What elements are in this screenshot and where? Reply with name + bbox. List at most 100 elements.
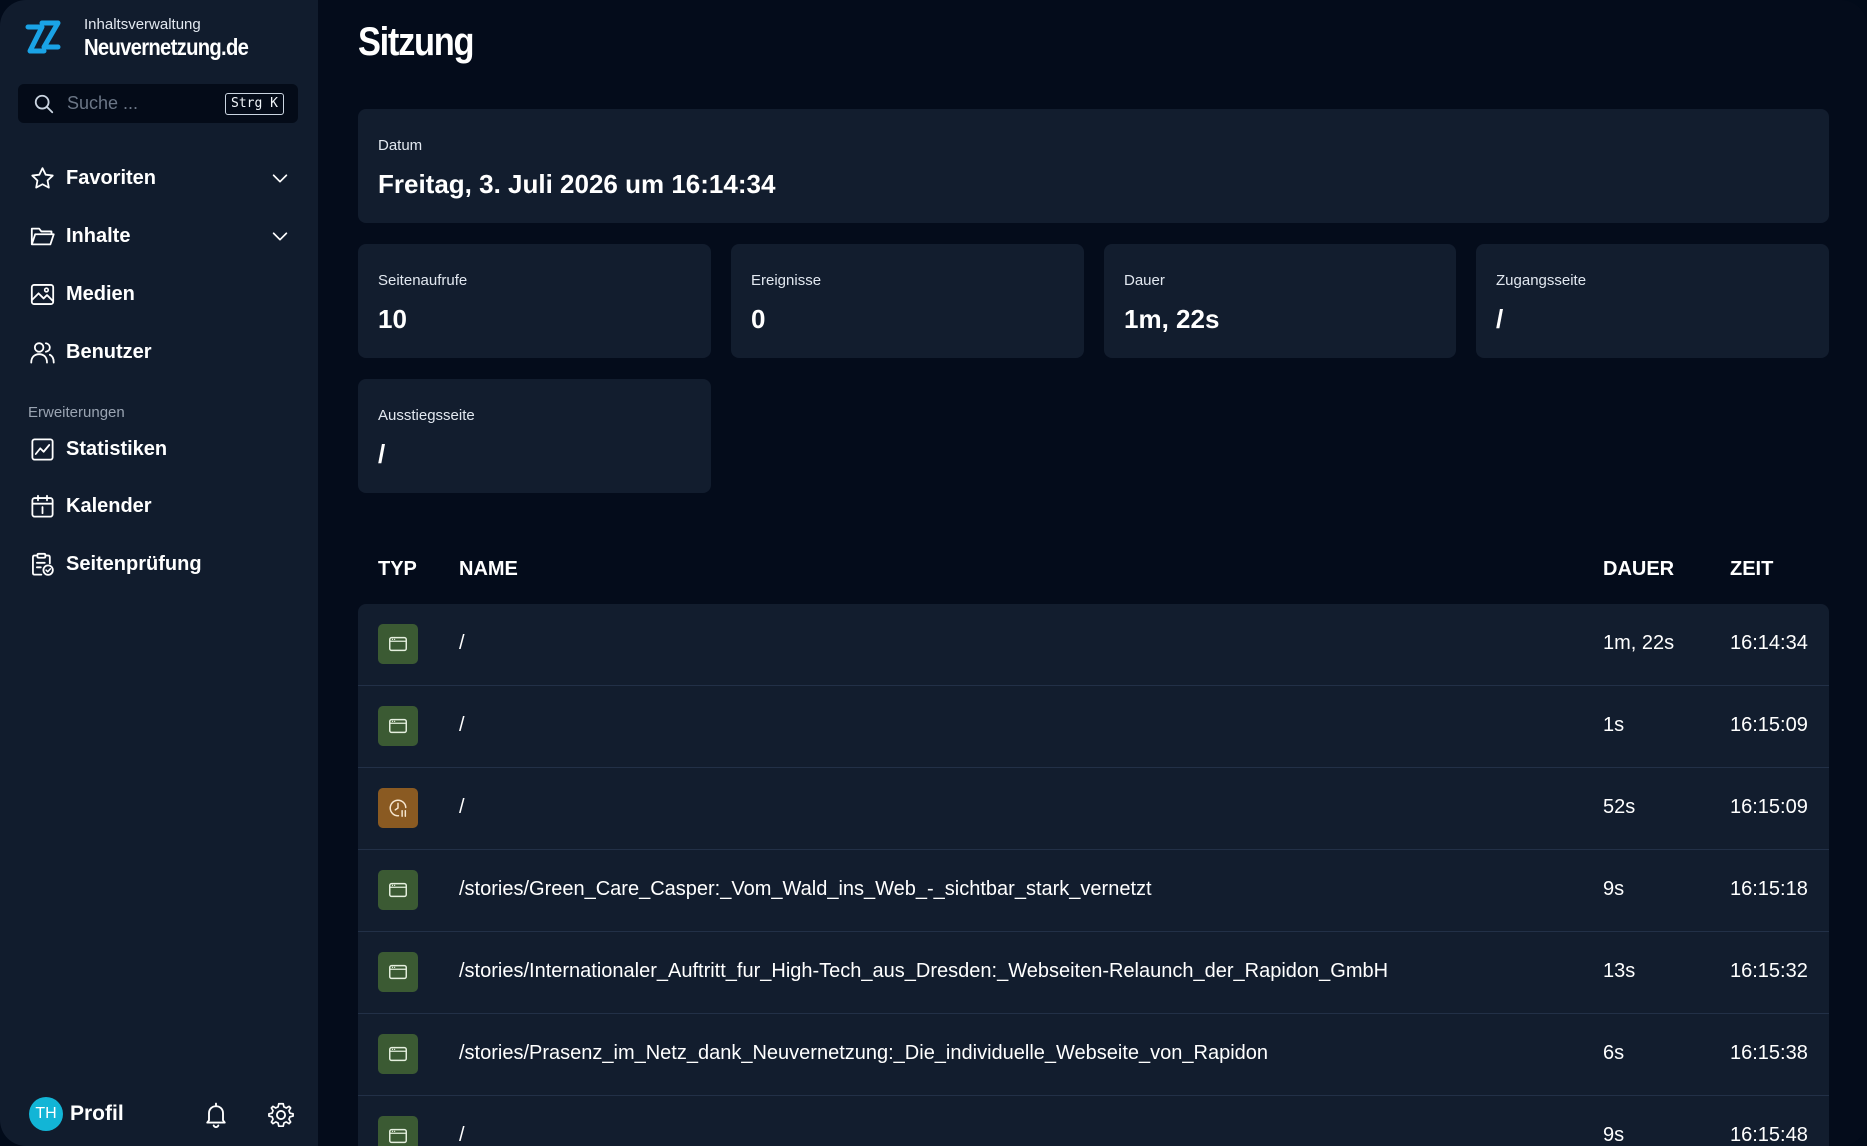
- row-time: 16:15:38: [1730, 1042, 1808, 1064]
- row-time: 16:15:48: [1730, 1124, 1808, 1146]
- stat-label: Ereignisse: [751, 272, 822, 289]
- clipboard-check-icon: [32, 552, 54, 576]
- stat-label: Zugangsseite: [1496, 272, 1587, 289]
- browser-window-icon: [389, 1128, 407, 1144]
- search-icon: [34, 94, 54, 113]
- row-time: 16:15:09: [1730, 714, 1808, 736]
- type-badge: [378, 706, 418, 746]
- type-badge: [378, 788, 418, 828]
- row-time: 16:15:09: [1730, 796, 1808, 818]
- browser-window-icon: [389, 882, 407, 898]
- column-header-duration: DAUER: [1603, 558, 1675, 580]
- row-duration: 52s: [1603, 796, 1636, 818]
- date-card: Datum Freitag, 3. Juli 2026 um 16:14:34: [358, 109, 1829, 223]
- browser-window-icon: [389, 636, 407, 652]
- column-header-type: TYP: [378, 558, 417, 580]
- search-shortcut-badge: Strg K: [225, 93, 284, 115]
- brand-logo-icon: [25, 20, 61, 54]
- users-icon: [30, 341, 55, 364]
- stat-value: 10: [378, 304, 407, 334]
- nav-item-inhalte[interactable]: Inhalte: [29, 216, 291, 256]
- stat-label: Ausstiegsseite: [378, 407, 475, 424]
- row-name: /stories/Internationaler_Auftritt_fur_Hi…: [459, 960, 1389, 982]
- nav-item-statistiken[interactable]: Statistiken: [29, 429, 291, 469]
- table-row[interactable]: /stories/Green_Care_Casper:_Vom_Wald_ins…: [358, 850, 1829, 932]
- main-content: Sitzung Datum Freitag, 3. Juli 2026 um 1…: [318, 0, 1867, 1146]
- row-duration: 9s: [1603, 1124, 1625, 1146]
- type-badge: [378, 870, 418, 910]
- bell-icon[interactable]: [202, 1101, 230, 1129]
- page-title: Sitzung: [358, 20, 474, 64]
- clock-pause-icon: [389, 799, 407, 817]
- nav-label-benutzer: Benutzer: [66, 340, 152, 363]
- column-header-name: NAME: [459, 558, 518, 580]
- row-duration: 13s: [1603, 960, 1636, 982]
- row-name: /stories/Green_Care_Casper:_Vom_Wald_ins…: [459, 878, 1152, 900]
- avatar: TH: [29, 1097, 63, 1131]
- sidebar: Inhaltsverwaltung Neuvernetzung.de Strg …: [0, 0, 318, 1146]
- row-name: /: [459, 714, 465, 736]
- date-label: Datum: [378, 137, 423, 154]
- nav-item-kalender[interactable]: Kalender: [29, 486, 291, 526]
- stat-value: /: [1496, 304, 1504, 334]
- nav-item-medien[interactable]: Medien: [29, 274, 291, 314]
- row-time: 16:14:34: [1730, 632, 1808, 654]
- stat-card-zugangsseite: Zugangsseite /: [1476, 244, 1829, 358]
- table-row[interactable]: / 52s 16:15:09: [358, 768, 1829, 850]
- column-header-time: ZEIT: [1730, 558, 1774, 580]
- stat-card-seitenaufrufe: Seitenaufrufe 10: [358, 244, 711, 358]
- row-name: /: [459, 1124, 465, 1146]
- table-row[interactable]: /stories/Internationaler_Auftritt_fur_Hi…: [358, 932, 1829, 1014]
- chevron-down-icon[interactable]: [269, 167, 291, 189]
- row-name: /stories/Prasenz_im_Netz_dank_Neuvernetz…: [459, 1042, 1269, 1064]
- type-badge: [378, 1034, 418, 1074]
- browser-window-icon: [389, 718, 407, 734]
- calendar-icon: [31, 494, 54, 518]
- stat-value: 1m, 22s: [1124, 304, 1220, 334]
- table-row[interactable]: / 9s 16:15:48: [358, 1096, 1829, 1146]
- type-badge: [378, 1116, 418, 1146]
- table-row[interactable]: / 1s 16:15:09: [358, 686, 1829, 768]
- search-input[interactable]: [67, 93, 217, 114]
- stat-card-ereignisse: Ereignisse 0: [731, 244, 1084, 358]
- events-table: / 1m, 22s 16:14:34 / 1s 16:15:09 / 52s 1…: [358, 604, 1829, 1146]
- table-row[interactable]: / 1m, 22s 16:14:34: [358, 604, 1829, 686]
- row-name: /: [459, 796, 465, 818]
- row-time: 16:15:18: [1730, 878, 1808, 900]
- type-badge: [378, 624, 418, 664]
- stat-label: Seitenaufrufe: [378, 272, 468, 289]
- stat-value: 0: [751, 304, 766, 334]
- folder-icon: [30, 227, 55, 245]
- section-label-erweiterungen: Erweiterungen: [28, 404, 125, 421]
- nav-label-inhalte: Inhalte: [66, 224, 131, 247]
- browser-window-icon: [389, 964, 407, 980]
- chevron-down-icon[interactable]: [269, 225, 291, 247]
- row-duration: 1s: [1603, 714, 1625, 736]
- row-name: /: [459, 632, 465, 654]
- profile-label: Profil: [70, 1102, 124, 1125]
- row-duration: 6s: [1603, 1042, 1625, 1064]
- nav-label-seitenpruefung: Seitenprüfung: [66, 552, 202, 575]
- nav-item-favoriten[interactable]: Favoriten: [29, 158, 291, 198]
- table-row[interactable]: /stories/Prasenz_im_Netz_dank_Neuvernetz…: [358, 1014, 1829, 1096]
- date-value: Freitag, 3. Juli 2026 um 16:14:34: [378, 169, 776, 199]
- gear-icon[interactable]: [267, 1101, 295, 1129]
- app-window: Inhaltsverwaltung Neuvernetzung.de Strg …: [0, 0, 1867, 1146]
- chart-icon: [31, 437, 54, 461]
- brand[interactable]: Inhaltsverwaltung Neuvernetzung.de: [22, 16, 271, 60]
- nav-item-benutzer[interactable]: Benutzer: [29, 332, 291, 372]
- stat-value: /: [378, 439, 386, 469]
- star-icon: [31, 166, 54, 189]
- search-box[interactable]: Strg K: [18, 84, 298, 123]
- nav-label-kalender: Kalender: [66, 494, 152, 517]
- browser-window-icon: [389, 1046, 407, 1062]
- row-time: 16:15:32: [1730, 960, 1808, 982]
- image-icon: [30, 283, 55, 305]
- nav-label-statistiken: Statistiken: [66, 437, 168, 460]
- nav-item-seitenpruefung[interactable]: Seitenprüfung: [29, 544, 291, 584]
- brand-subtitle: Inhaltsverwaltung: [84, 16, 201, 33]
- brand-name: Neuvernetzung.de: [84, 34, 249, 60]
- stat-label: Dauer: [1124, 272, 1165, 289]
- nav-label-favoriten: Favoriten: [66, 166, 157, 189]
- profile-button[interactable]: TH Profil: [29, 1097, 124, 1131]
